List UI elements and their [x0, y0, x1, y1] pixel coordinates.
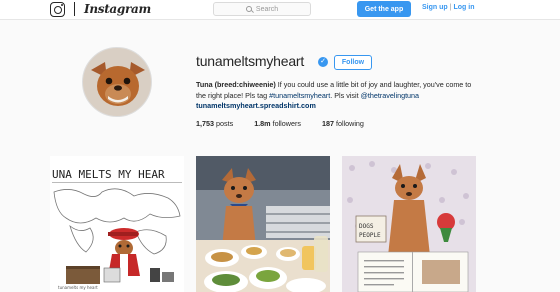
follow-button[interactable]: Follow	[334, 55, 372, 70]
post-thumbnail-1[interactable]: UNA MELTS MY HEAR tunamelts my heart	[50, 156, 184, 292]
post-image-1: UNA MELTS MY HEAR tunamelts my heart	[50, 156, 184, 292]
following-count-value: 187	[321, 119, 334, 128]
instagram-logo[interactable]: Instagram	[50, 1, 151, 17]
instagram-wordmark: Instagram	[84, 2, 151, 16]
profile-avatar[interactable]	[82, 47, 152, 117]
instagram-camera-icon	[50, 1, 65, 17]
signup-link[interactable]: Sign up	[422, 4, 448, 11]
posts-count-value: 1,753	[196, 119, 214, 128]
posts-count-label: posts	[216, 119, 234, 128]
followers-count-label: followers	[272, 119, 301, 128]
login-link[interactable]: Log in	[454, 4, 475, 11]
get-the-app-button[interactable]: Get the app	[357, 1, 411, 17]
post-image-3: DOGS PEOPLE	[342, 156, 476, 292]
bio-hashtag-link[interactable]: #tunameltsmyheart	[269, 91, 330, 100]
search-input[interactable]: Search	[213, 2, 311, 16]
logo-divider	[74, 2, 75, 16]
following-count[interactable]: 187 following	[322, 119, 364, 128]
profile-bio: Tuna (breed:chiweenie) If you could use …	[196, 80, 476, 112]
search-placeholder: Search	[255, 5, 279, 13]
posts-count: 1,753 posts	[196, 119, 233, 128]
bio-website-link[interactable]: tunameltsmyheart.spreadshirt.com	[196, 101, 476, 112]
post-thumbnail-2[interactable]	[196, 156, 330, 292]
bio-mention-link[interactable]: @thetravelingtuna	[361, 91, 419, 100]
profile-stats: 1,753 posts 1.8m followers 187 following	[196, 119, 385, 128]
post-1-caption-text: tunamelts my heart	[58, 285, 98, 290]
followers-count[interactable]: 1.8m followers	[254, 119, 301, 128]
post-3-sign-text-1: DOGS	[359, 223, 374, 230]
bio-name: Tuna (breed:chiweenie)	[196, 80, 276, 89]
verified-badge-icon: ✓	[318, 57, 328, 67]
auth-separator: |	[449, 4, 452, 11]
auth-links: Sign up | Log in	[422, 4, 475, 11]
post-thumbnail-3[interactable]: DOGS PEOPLE	[342, 156, 476, 292]
profile-username: tunameltsmyheart	[196, 53, 305, 69]
top-nav-bar: Instagram Search Get the app Sign up | L…	[0, 0, 560, 20]
following-count-label: following	[335, 119, 364, 128]
search-icon	[245, 6, 252, 12]
profile-avatar-image	[83, 48, 151, 116]
post-3-sign-text-2: PEOPLE	[359, 232, 381, 239]
post-1-title-text: UNA MELTS MY HEAR	[52, 168, 165, 181]
post-image-2	[196, 156, 330, 292]
bio-text-2: . Pls visit	[330, 90, 361, 100]
followers-count-value: 1.8m	[254, 119, 271, 128]
